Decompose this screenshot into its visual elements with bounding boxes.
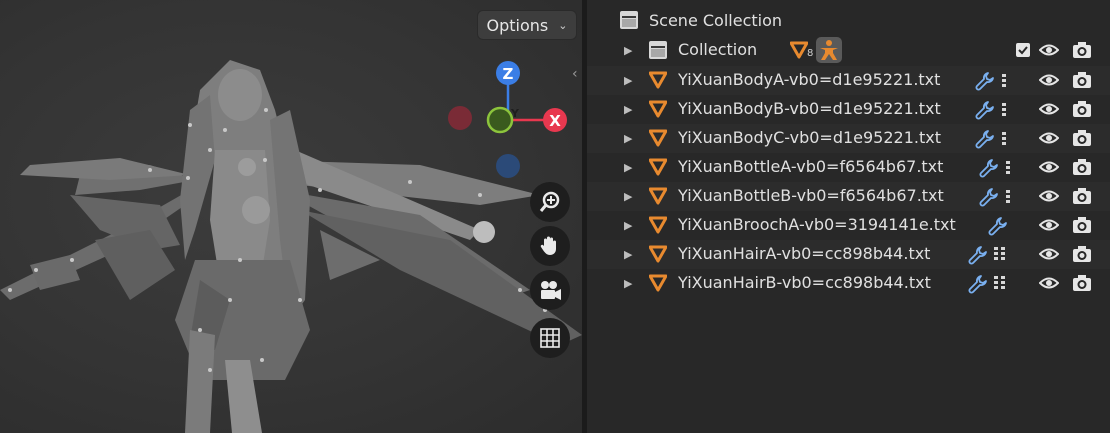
wrench-icon[interactable] [979, 158, 999, 178]
neg-x-axis-handle[interactable] [448, 106, 472, 130]
zoom-icon [539, 191, 560, 212]
eye-icon[interactable] [1039, 275, 1059, 291]
ortho-toggle-button[interactable] [530, 318, 570, 358]
camera-render-icon[interactable] [1072, 158, 1092, 176]
expand-arrow-icon[interactable]: ▶ [624, 190, 632, 203]
wrench-icon[interactable] [968, 245, 988, 265]
expand-arrow-icon[interactable]: ▶ [624, 103, 632, 116]
vertex-groups-icon [994, 276, 1005, 289]
object-row[interactable]: ▶ YiXuanHairB-vb0=cc898b44.txt [587, 269, 1110, 298]
mesh-icon [649, 71, 667, 89]
armature-icon[interactable] [816, 37, 842, 63]
mesh-icon [790, 41, 808, 59]
object-row[interactable]: ▶ YiXuanBodyA-vb0=d1e95221.txt [587, 66, 1110, 95]
eye-icon[interactable] [1039, 188, 1059, 204]
collection-row[interactable]: ▶ Collection 8 [587, 36, 1110, 65]
vertex-groups-icon [1006, 161, 1010, 174]
expand-arrow-icon[interactable]: ▶ [624, 248, 632, 261]
eye-icon[interactable] [1039, 42, 1059, 58]
object-label: YiXuanBodyC-vb0=d1e95221.txt [678, 128, 941, 147]
wrench-icon[interactable] [988, 216, 1008, 236]
eye-icon[interactable] [1039, 217, 1059, 233]
object-row[interactable]: ▶ YiXuanBodyB-vb0=d1e95221.txt [587, 95, 1110, 124]
expand-arrow-icon[interactable]: ▶ [624, 277, 632, 290]
collection-box-icon [649, 41, 667, 59]
object-row[interactable]: ▶ YiXuanBodyC-vb0=d1e95221.txt [587, 124, 1110, 153]
mesh-icon [649, 274, 667, 292]
object-row[interactable]: ▶ YiXuanBottleA-vb0=f6564b67.txt [587, 153, 1110, 182]
scene-collection-row[interactable]: Scene Collection [587, 7, 1110, 36]
expand-arrow-icon[interactable]: ▶ [624, 161, 632, 174]
wrench-icon[interactable] [979, 187, 999, 207]
camera-render-icon[interactable] [1072, 41, 1092, 59]
camera-render-icon[interactable] [1072, 129, 1092, 147]
object-row[interactable]: ▶ YiXuanHairA-vb0=cc898b44.txt [587, 240, 1110, 269]
mesh-icon [649, 245, 667, 263]
camera-view-button[interactable] [530, 270, 570, 310]
y-axis-handle[interactable] [486, 106, 514, 134]
wrench-icon[interactable] [975, 129, 995, 149]
pan-button[interactable] [530, 226, 570, 266]
camera-render-icon[interactable] [1072, 216, 1092, 234]
eye-icon[interactable] [1039, 246, 1059, 262]
camera-render-icon[interactable] [1072, 274, 1092, 292]
camera-icon [541, 281, 561, 300]
expand-arrow-icon[interactable]: ▶ [624, 132, 632, 145]
grid-icon [540, 328, 560, 348]
camera-render-icon[interactable] [1072, 100, 1092, 118]
options-dropdown[interactable]: Options ⌄ [478, 11, 576, 39]
y-axis-label: Y [510, 107, 520, 120]
mesh-count: 8 [807, 48, 814, 59]
camera-render-icon[interactable] [1072, 245, 1092, 263]
chevron-down-icon: ⌄ [558, 18, 568, 32]
vertex-groups-icon [1002, 103, 1006, 116]
eye-icon[interactable] [1039, 130, 1059, 146]
object-label: YiXuanBodyB-vb0=d1e95221.txt [678, 99, 941, 118]
mesh-icon [649, 129, 667, 147]
mesh-icon [649, 158, 667, 176]
object-row[interactable]: ▶ YiXuanBroochA-vb0=3194141e.txt [587, 211, 1110, 240]
expand-arrow-icon[interactable]: ▶ [624, 74, 632, 87]
object-label: YiXuanHairA-vb0=cc898b44.txt [678, 244, 931, 263]
eye-icon[interactable] [1039, 72, 1059, 88]
zoom-button[interactable] [530, 182, 570, 222]
collection-box-icon [620, 11, 638, 29]
vertex-groups-icon [1002, 74, 1006, 87]
scene-collection-label: Scene Collection [649, 11, 783, 30]
3d-viewport[interactable]: Options ⌄ ‹ Z Y X [0, 0, 582, 433]
collection-label: Collection [678, 40, 758, 59]
object-label: YiXuanBottleA-vb0=f6564b67.txt [678, 157, 944, 176]
camera-render-icon[interactable] [1072, 187, 1092, 205]
wrench-icon[interactable] [975, 100, 995, 120]
expand-arrow-icon[interactable]: ▶ [624, 219, 632, 232]
vertex-groups-icon [1002, 132, 1006, 145]
object-label: YiXuanBodyA-vb0=d1e95221.txt [678, 70, 941, 89]
navigation-gizmo[interactable]: Z Y X [440, 55, 580, 185]
vertex-groups-icon [1006, 190, 1010, 203]
options-label: Options [486, 15, 549, 35]
x-axis-label: X [549, 112, 561, 130]
exclude-checkbox[interactable] [1016, 43, 1030, 57]
vertex-groups-icon [994, 247, 1005, 260]
object-row[interactable]: ▶ YiXuanBottleB-vb0=f6564b67.txt [587, 182, 1110, 211]
camera-render-icon[interactable] [1072, 71, 1092, 89]
wrench-icon[interactable] [968, 274, 988, 294]
hand-icon [540, 236, 556, 255]
object-label: YiXuanHairB-vb0=cc898b44.txt [678, 273, 931, 292]
mesh-icon [649, 100, 667, 118]
z-axis-label: Z [503, 65, 514, 83]
outliner-panel[interactable]: Scene Collection ▶ Collection 8 ▶ YiXuan… [587, 0, 1110, 433]
expand-arrow-icon[interactable]: ▶ [624, 44, 632, 57]
wrench-icon[interactable] [975, 71, 995, 91]
eye-icon[interactable] [1039, 159, 1059, 175]
mesh-icon [649, 187, 667, 205]
mesh-icon [649, 216, 667, 234]
eye-icon[interactable] [1039, 101, 1059, 117]
object-label: YiXuanBroochA-vb0=3194141e.txt [678, 215, 956, 234]
object-label: YiXuanBottleB-vb0=f6564b67.txt [678, 186, 944, 205]
neg-z-axis-handle[interactable] [496, 154, 520, 178]
